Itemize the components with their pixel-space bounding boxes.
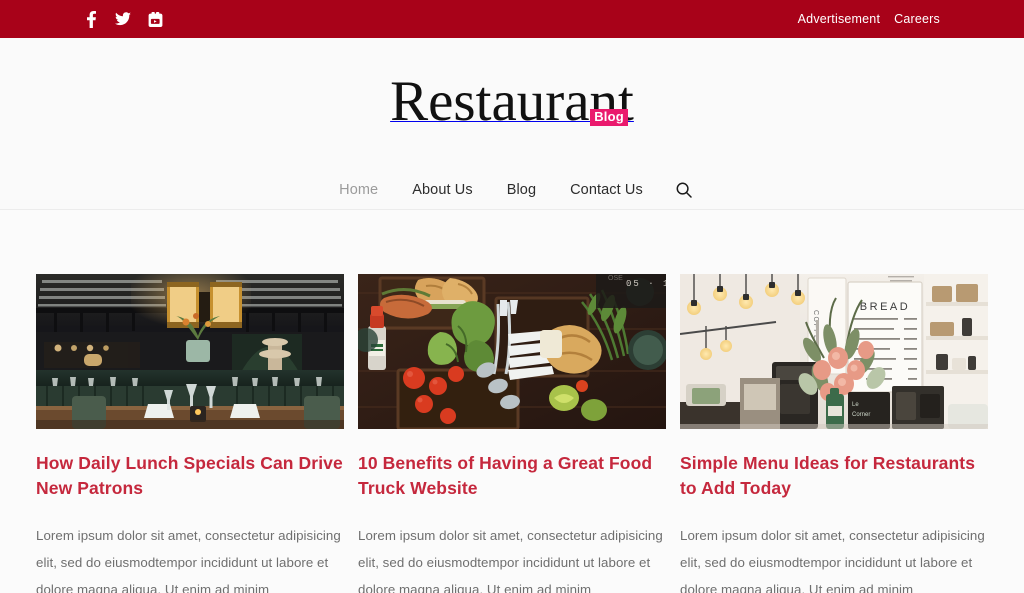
youtube-icon[interactable] (144, 8, 166, 30)
post-grid-section: How Daily Lunch Specials Can Drive New P… (0, 210, 1024, 593)
post-thumbnail-food-flatlay[interactable]: 05 · 13 OSE (358, 274, 666, 429)
post-title: Simple Menu Ideas for Restaurants to Add… (680, 451, 988, 501)
nav-item-about-us[interactable]: About Us (395, 182, 489, 198)
social-links (80, 8, 166, 30)
top-link-advertisement[interactable]: Advertisement (798, 12, 881, 26)
primary-navigation: Home About Us Blog Contact Us (0, 171, 1024, 210)
post-card: COFFEE BREAD Le Corner Simple Menu Ideas… (680, 274, 988, 593)
post-title: How Daily Lunch Specials Can Drive New P… (36, 451, 344, 501)
svg-text:OSE: OSE (608, 275, 623, 282)
twitter-icon[interactable] (112, 8, 134, 30)
svg-text:BREAD: BREAD (860, 301, 910, 313)
post-title-link[interactable]: How Daily Lunch Specials Can Drive New P… (36, 453, 343, 498)
post-grid: How Daily Lunch Specials Can Drive New P… (36, 274, 988, 593)
site-header: Restaurant Blog (0, 38, 1024, 171)
post-card: How Daily Lunch Specials Can Drive New P… (36, 274, 344, 593)
svg-text:Le: Le (852, 402, 859, 408)
nav-list: Home About Us Blog Contact Us (322, 182, 702, 198)
nav-item-contact-us[interactable]: Contact Us (553, 182, 660, 198)
top-utility-bar: Advertisement Careers (0, 0, 1024, 38)
top-nav-links: Advertisement Careers (798, 12, 940, 26)
site-logo[interactable]: Restaurant Blog (390, 73, 634, 130)
post-thumbnail-bakery-counter[interactable]: COFFEE BREAD Le Corner (680, 274, 988, 429)
post-title: 10 Benefits of Having a Great Food Truck… (358, 451, 666, 501)
post-card: 05 · 13 OSE 10 Benefits of Having a Grea… (358, 274, 666, 593)
search-icon[interactable] (660, 182, 702, 198)
top-link-careers[interactable]: Careers (894, 12, 940, 26)
post-excerpt: Lorem ipsum dolor sit amet, consectetur … (680, 528, 985, 593)
post-title-link[interactable]: Simple Menu Ideas for Restaurants to Add… (680, 453, 975, 498)
svg-text:05 · 13: 05 · 13 (626, 279, 666, 289)
nav-item-home[interactable]: Home (322, 182, 395, 198)
logo-badge: Blog (590, 109, 628, 126)
post-excerpt: Lorem ipsum dolor sit amet, consectetur … (358, 528, 663, 593)
svg-text:Corner: Corner (852, 412, 870, 418)
facebook-icon[interactable] (80, 8, 102, 30)
post-title-link[interactable]: 10 Benefits of Having a Great Food Truck… (358, 453, 652, 498)
post-thumbnail-restaurant-interior[interactable] (36, 274, 344, 429)
nav-item-blog[interactable]: Blog (490, 182, 553, 198)
post-excerpt: Lorem ipsum dolor sit amet, consectetur … (36, 528, 341, 593)
